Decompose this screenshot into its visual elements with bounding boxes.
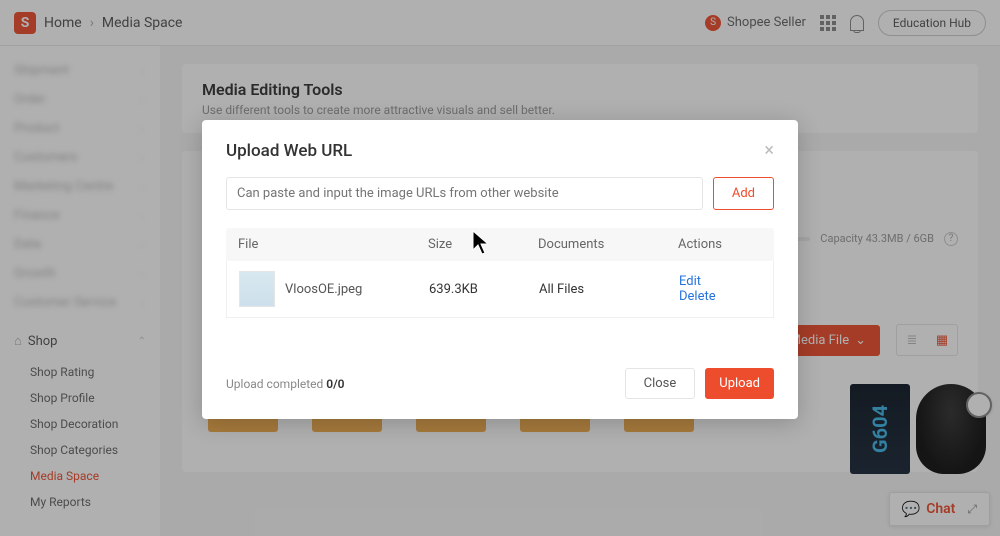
upload-button[interactable]: Upload: [705, 368, 774, 399]
col-file: File: [238, 237, 428, 252]
table-header: File Size Documents Actions: [226, 228, 774, 261]
add-button[interactable]: Add: [713, 177, 774, 210]
status-count: 0/0: [326, 377, 344, 391]
col-size: Size: [428, 237, 538, 252]
close-icon[interactable]: ×: [764, 140, 774, 161]
table-row: VloosOE.jpeg 639.3KB All Files Edit Dele…: [226, 261, 774, 318]
url-input[interactable]: [226, 177, 703, 210]
file-size: 639.3KB: [429, 282, 539, 297]
status-label: Upload completed: [226, 377, 326, 391]
edit-link[interactable]: Edit: [679, 274, 701, 289]
file-doc: All Files: [539, 282, 679, 297]
delete-link[interactable]: Delete: [679, 289, 716, 304]
file-name: VloosOE.jpeg: [285, 282, 362, 297]
upload-status: Upload completed 0/0: [226, 377, 345, 391]
upload-url-modal: Upload Web URL × Add File Size Documents…: [202, 120, 798, 419]
close-button[interactable]: Close: [625, 368, 696, 399]
modal-title: Upload Web URL: [226, 141, 352, 161]
col-actions: Actions: [678, 237, 762, 252]
col-documents: Documents: [538, 237, 678, 252]
file-thumbnail: [239, 271, 275, 307]
